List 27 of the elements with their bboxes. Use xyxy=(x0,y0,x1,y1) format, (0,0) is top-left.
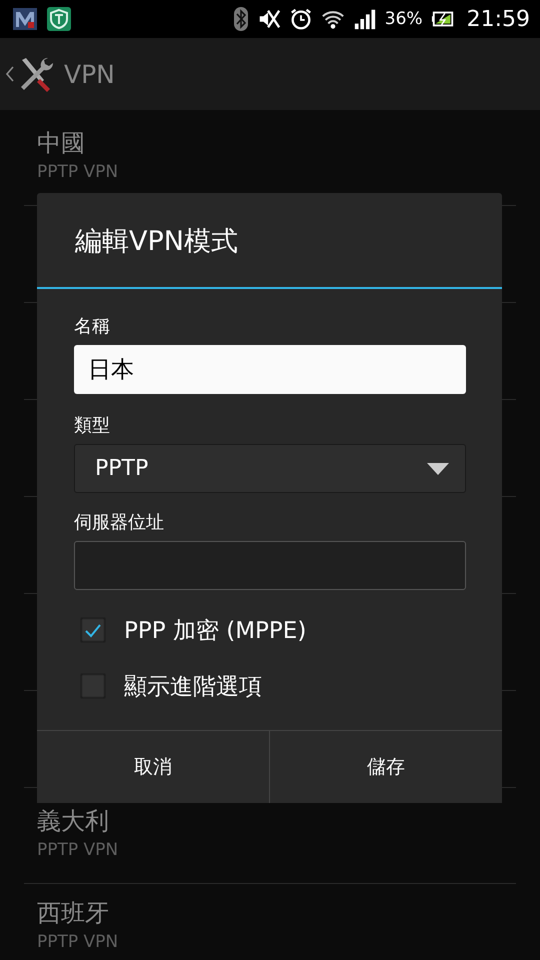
checkbox[interactable] xyxy=(80,673,106,699)
battery-percent: 36% xyxy=(384,9,423,29)
vpn-name[interactable]: 中國 xyxy=(37,128,85,158)
field-label: 伺服器位址 xyxy=(74,511,164,535)
back-caret-icon xyxy=(6,66,14,82)
vpn-type: PPTP VPN xyxy=(37,839,118,862)
dialog-button[interactable]: 儲存 xyxy=(269,731,502,803)
field-label: 類型 xyxy=(74,414,110,438)
checkbox-label: 顯示進階選項 xyxy=(124,672,262,702)
checkbox[interactable] xyxy=(80,617,106,643)
vpn-type: PPTP VPN xyxy=(37,931,118,954)
vpn-name[interactable]: 義大利 xyxy=(37,806,109,836)
checkbox-label: PPP 加密 (MPPE) xyxy=(124,616,306,646)
alarm-clock-icon xyxy=(288,6,313,32)
server-address-field[interactable] xyxy=(74,541,466,590)
type-dropdown[interactable]: PPTP xyxy=(74,444,466,493)
dialog-title: 編輯VPN模式 xyxy=(37,193,502,289)
bluetooth-icon xyxy=(232,6,249,32)
field-label: 名稱 xyxy=(74,315,110,339)
vpn-name[interactable]: 西班牙 xyxy=(37,898,109,928)
dropdown-arrow-icon xyxy=(427,462,449,474)
clock: 21:59 xyxy=(466,6,530,32)
screen-title: VPN xyxy=(64,60,115,88)
app-icon xyxy=(12,6,38,32)
shield-icon xyxy=(46,6,72,32)
name-field[interactable]: 日本 xyxy=(74,345,466,394)
vpn-type: PPTP VPN xyxy=(37,161,118,184)
